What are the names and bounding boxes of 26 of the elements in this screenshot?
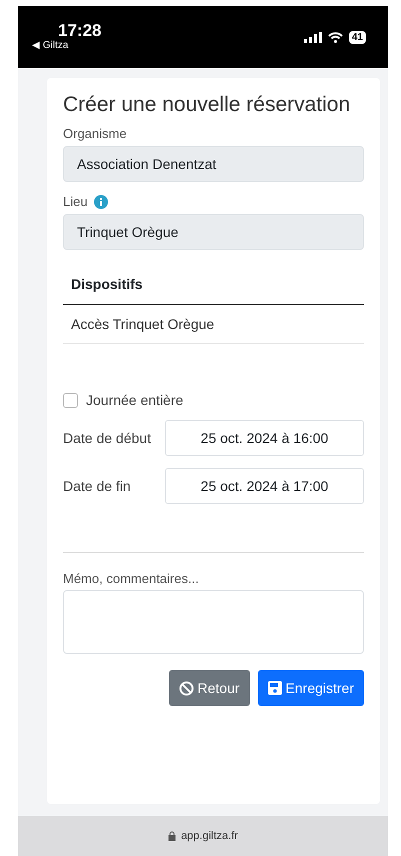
date-field[interactable]: 25 oct. 2024 à 17:00 — [165, 468, 364, 504]
signal-icon — [304, 32, 322, 42]
organisme-field[interactable]: Association Denentzat — [63, 146, 364, 182]
checkbox-label: Journée entière — [86, 392, 184, 408]
address-bar[interactable]: app.giltza.fr — [18, 816, 388, 856]
info-icon[interactable] — [94, 194, 108, 208]
date-field[interactable]: 25 oct. 2024 à 16:00 — [165, 420, 364, 456]
prohibited-icon — [178, 680, 194, 696]
field-label: Lieu — [63, 194, 88, 209]
lieu-field[interactable]: Trinquet Orègue — [63, 214, 364, 250]
table-cell: Accès Trinquet Orègue — [63, 305, 364, 344]
field-label: Date de début — [63, 429, 152, 448]
checkbox[interactable] — [63, 392, 78, 408]
lock-icon — [168, 831, 176, 841]
field-label: Mémo, commentaires... — [63, 571, 199, 586]
form-title: Créer une nouvelle réservation — [63, 92, 352, 118]
battery-level: 41 — [348, 30, 366, 44]
back-to-app-link[interactable]: ◀ Giltza — [32, 40, 102, 52]
save-button[interactable]: Enregistrer — [258, 670, 364, 706]
back-button[interactable]: Retour — [168, 670, 250, 706]
clock-time: 17:28 — [58, 22, 102, 40]
memo-field[interactable] — [63, 590, 364, 654]
field-label: Organisme — [63, 126, 127, 141]
field-label: Date de fin — [63, 477, 132, 496]
wifi-icon — [328, 32, 343, 42]
table-header: Dispositifs — [63, 262, 364, 305]
